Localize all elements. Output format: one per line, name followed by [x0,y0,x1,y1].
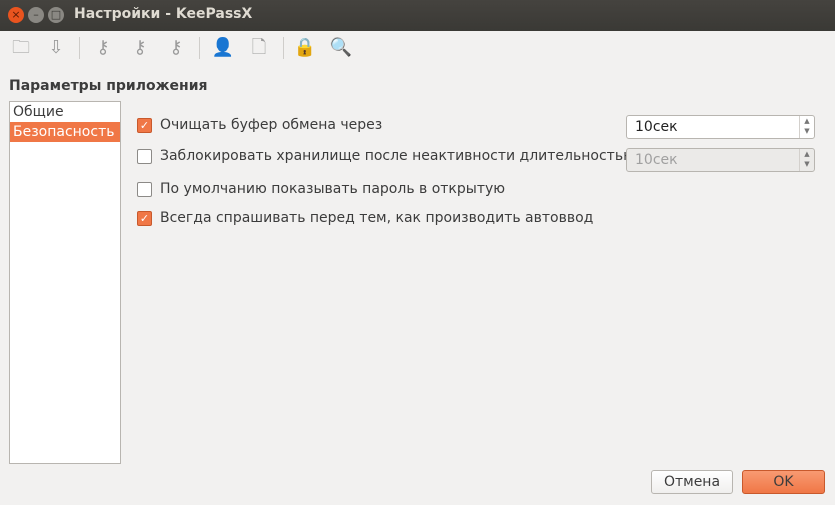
option-label: Очищать буфер обмена через [160,117,383,133]
lock-after-inactivity-option[interactable]: Заблокировать хранилище после неактивнос… [137,148,635,164]
save-icon[interactable]: ⇩ [44,36,68,60]
checkbox[interactable] [137,148,152,164]
spinbox-arrows: ▲ ▼ [799,149,814,171]
sidebar-item-security[interactable]: Безопасность [10,122,120,142]
maximize-button[interactable]: □ [48,7,64,23]
add-key-icon[interactable]: ⚷ [91,36,115,60]
delete-key-icon[interactable]: ⚷ [164,36,188,60]
user-document-icon[interactable]: 👤 [211,36,235,60]
close-button[interactable]: × [8,7,24,23]
option-label: По умолчанию показывать пароль в открыту… [160,181,506,197]
edit-key-icon[interactable]: ⚷ [128,36,152,60]
category-list: Общие Безопасность [9,101,121,464]
ok-button[interactable]: OK [742,470,825,494]
option-label: Всегда спрашивать перед тем, как произво… [160,210,594,226]
sidebar-item-general[interactable]: Общие [10,102,120,122]
lock-timeout-spinbox: 10сек ▲ ▼ [626,148,815,172]
toolbar-separator [283,37,284,59]
checkbox[interactable] [137,181,152,197]
toolbar-separator [79,37,80,59]
confirm-autotype-option[interactable]: ✓ Всегда спрашивать перед тем, как произ… [137,210,593,226]
spinbox-value: 10сек [635,119,678,135]
open-folder-icon[interactable]: 🗀 [9,36,33,60]
window-title: Настройки - KeePassX [74,6,253,22]
title-bar: × – □ Настройки - KeePassX [0,0,835,31]
spinbox-value: 10сек [635,152,678,168]
option-label: Заблокировать хранилище после неактивнос… [160,148,635,164]
spinbox-arrows[interactable]: ▲ ▼ [799,116,814,138]
lock-document-icon[interactable]: 🗋 [247,36,271,60]
cancel-button[interactable]: Отмена [651,470,733,494]
minimize-button[interactable]: – [28,7,44,23]
search-icon[interactable]: 🔍 [329,36,353,60]
checkbox-checked[interactable]: ✓ [137,117,152,133]
show-password-option[interactable]: По умолчанию показывать пароль в открыту… [137,181,505,197]
toolbar-separator [199,37,200,59]
checkbox-checked[interactable]: ✓ [137,210,152,226]
clear-clipboard-option[interactable]: ✓ Очищать буфер обмена через [137,117,382,133]
lock-icon[interactable]: 🔒 [293,36,317,60]
clear-clipboard-spinbox[interactable]: 10сек ▲ ▼ [626,115,815,139]
page-title: Параметры приложения [9,78,208,94]
